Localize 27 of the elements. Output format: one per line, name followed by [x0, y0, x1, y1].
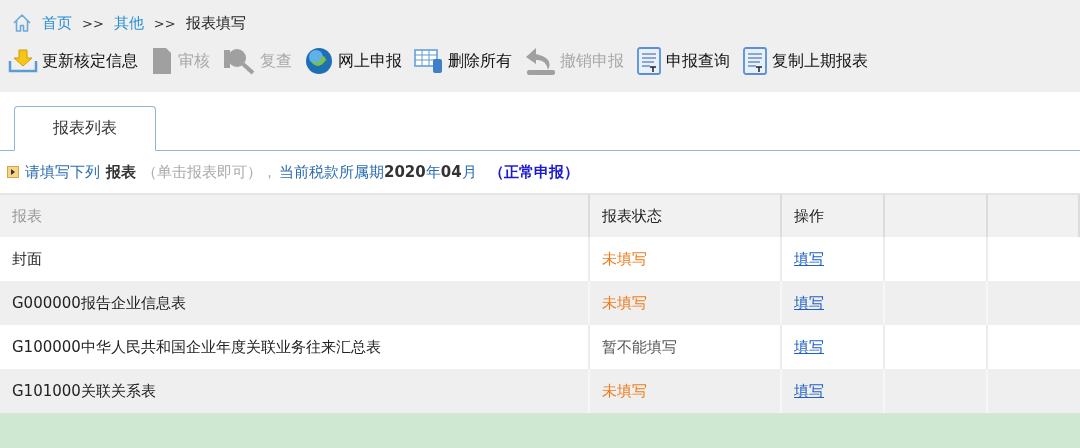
- declaration-type: （正常申报）: [488, 162, 579, 182]
- toolbar-button[interactable]: 更新核定信息: [5, 46, 141, 76]
- fill-link[interactable]: 填写: [794, 381, 824, 401]
- breadcrumb-separator: >>: [153, 15, 176, 31]
- fill-link[interactable]: 填写: [794, 249, 824, 269]
- notice-hint: （单击报表即可），: [142, 162, 277, 182]
- notice-text: 报表: [106, 162, 136, 182]
- notice-link[interactable]: 请填写下列: [25, 162, 100, 182]
- magnifier-icon: [222, 46, 256, 76]
- report-document-icon: [742, 46, 768, 76]
- download-tray-icon: [8, 48, 38, 74]
- toolbar-button[interactable]: 删除所有: [411, 45, 515, 77]
- tab[interactable]: 报表列表: [14, 106, 156, 151]
- globe-icon: [304, 46, 334, 76]
- table-icon: [414, 47, 444, 75]
- fill-link[interactable]: 填写: [794, 293, 824, 313]
- tax-period-text: 当前税款所属期2020年04月: [279, 162, 477, 182]
- home-icon[interactable]: [12, 13, 32, 33]
- toolbar-button[interactable]: 申报查询: [633, 44, 733, 78]
- breadcrumb-current: 报表填写: [185, 13, 246, 33]
- toolbar-button[interactable]: 复制上期报表: [739, 44, 871, 78]
- report-document-icon: [636, 46, 662, 76]
- fill-link[interactable]: 填写: [794, 337, 824, 357]
- undo-arrow-icon: [524, 46, 556, 76]
- toolbar-button[interactable]: 网上申报: [301, 44, 405, 78]
- document-icon: [150, 46, 174, 76]
- breadcrumb-separator: >>: [82, 15, 104, 31]
